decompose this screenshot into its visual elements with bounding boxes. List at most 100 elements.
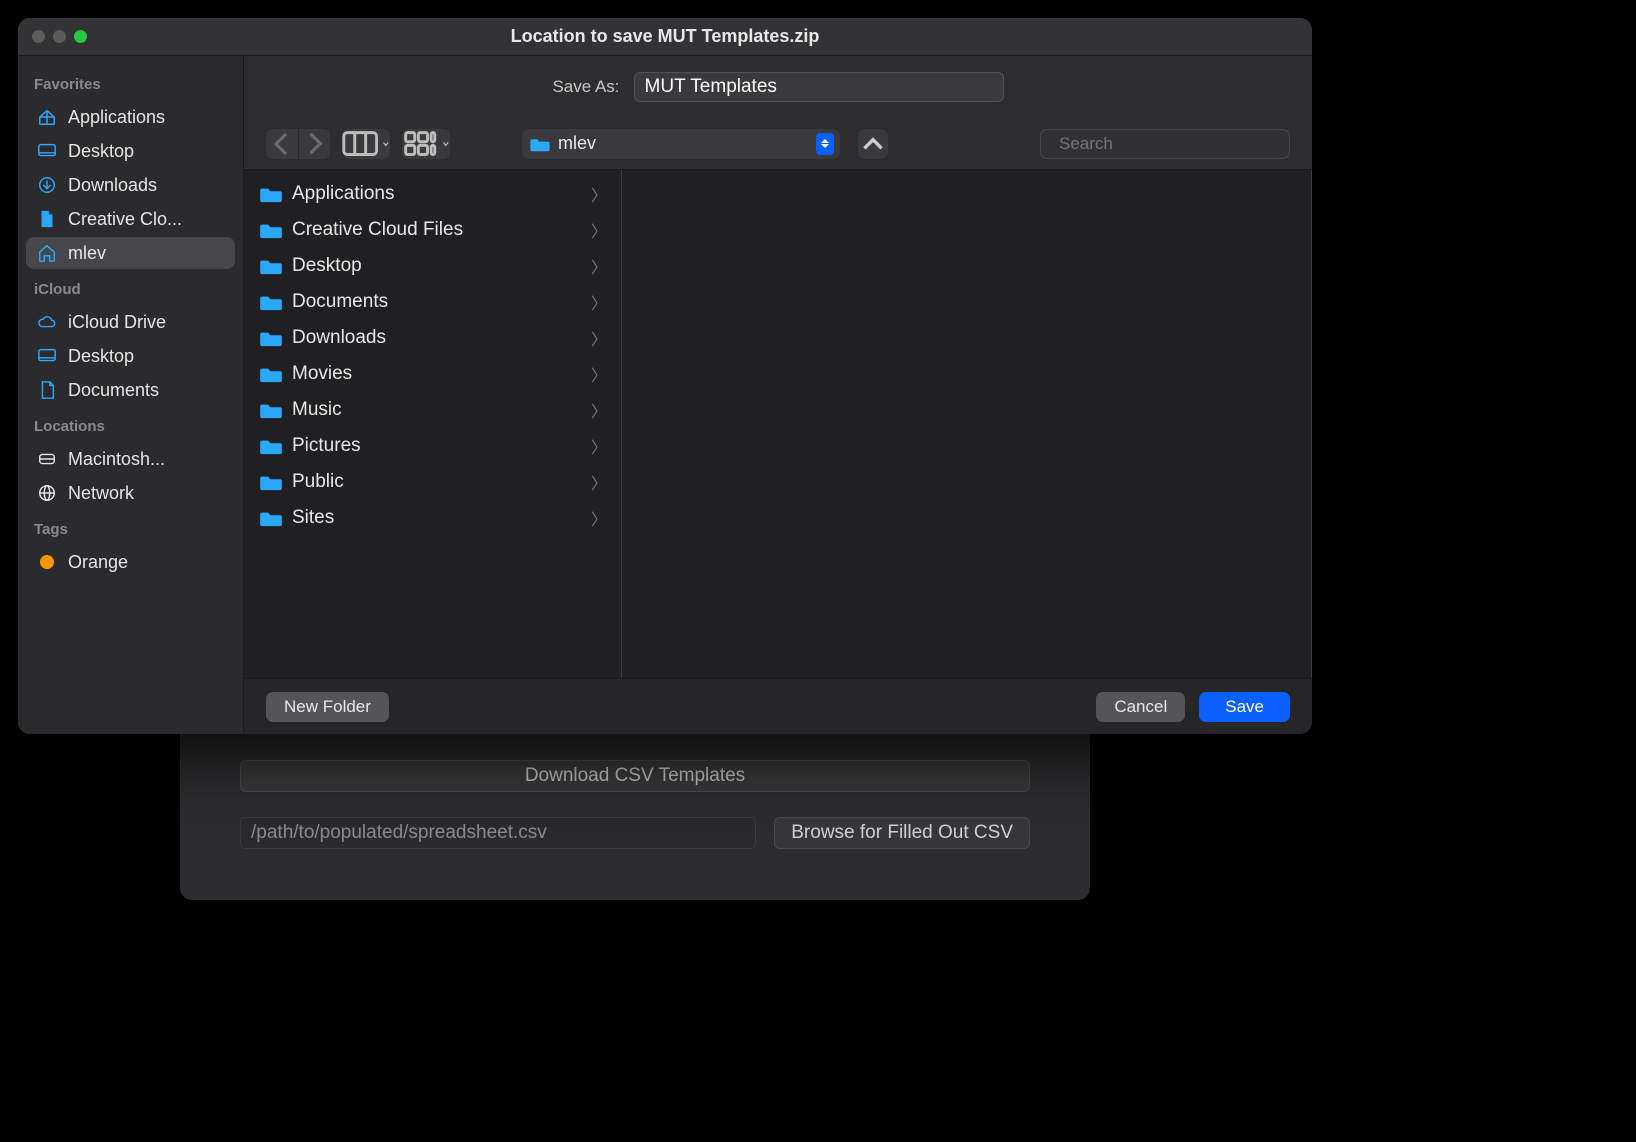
folder-name: Sites — [292, 507, 581, 529]
sidebar-item-desktop[interactable]: Desktop — [26, 135, 235, 167]
underlying-app-panel: Download CSV Templates /path/to/populate… — [180, 720, 1090, 900]
view-mode-segment — [342, 129, 390, 159]
location-label: mlev — [558, 133, 816, 154]
save-as-input[interactable] — [634, 72, 1004, 102]
sidebar-item-label: Creative Clo... — [68, 209, 182, 230]
chevron-right-icon: 〉 — [591, 254, 607, 278]
sidebar-item-label: Macintosh... — [68, 449, 165, 470]
chevron-right-icon: 〉 — [591, 506, 607, 530]
folder-icon — [260, 257, 282, 275]
folder-column-1[interactable]: Applications〉Creative Cloud Files〉Deskto… — [244, 170, 622, 678]
folder-row[interactable]: Downloads 〉 — [244, 320, 621, 356]
folder-row[interactable]: Music 〉 — [244, 392, 621, 428]
folder-name: Downloads — [292, 327, 581, 349]
folder-row[interactable]: Movies 〉 — [244, 356, 621, 392]
folder-row[interactable]: Sites 〉 — [244, 500, 621, 536]
collapse-dialog-button[interactable] — [858, 129, 888, 159]
chevron-right-icon: 〉 — [591, 434, 607, 458]
back-button[interactable] — [266, 129, 298, 159]
folder-row[interactable]: Desktop〉 — [244, 248, 621, 284]
save-button[interactable]: Save — [1199, 692, 1290, 722]
folder-name: Public — [292, 471, 581, 493]
chevron-right-icon: 〉 — [591, 218, 607, 242]
sidebar-item-label: iCloud Drive — [68, 312, 166, 333]
search-input[interactable] — [1059, 134, 1280, 154]
chevron-right-icon: 〉 — [591, 326, 607, 350]
home-icon — [36, 242, 58, 264]
folder-row[interactable]: Pictures 〉 — [244, 428, 621, 464]
sidebar-item-icloud-drive[interactable]: iCloud Drive — [26, 306, 235, 338]
chevron-down-icon — [382, 139, 390, 149]
sidebar-item-network[interactable]: Network — [26, 477, 235, 509]
grid-icon — [402, 129, 438, 158]
chevron-right-icon: 〉 — [591, 398, 607, 422]
browse-csv-button[interactable]: Browse for Filled Out CSV — [774, 817, 1030, 849]
column-browser: Applications〉Creative Cloud Files〉Deskto… — [244, 170, 1312, 678]
folder-name: Movies — [292, 363, 581, 385]
chevron-right-icon: 〉 — [591, 470, 607, 494]
location-popup[interactable]: mlev — [522, 129, 840, 159]
chevron-right-icon — [299, 129, 330, 159]
new-folder-button[interactable]: New Folder — [266, 692, 389, 722]
folder-icon — [260, 365, 282, 383]
doc-icon — [36, 379, 58, 401]
folder-name: Music — [292, 399, 581, 421]
sidebar-item-desktop[interactable]: Desktop — [26, 340, 235, 372]
sidebar-item-orange[interactable]: Orange — [26, 546, 235, 578]
sidebar-section-label: Locations — [26, 408, 235, 441]
save-dialog: Location to save MUT Templates.zip Favor… — [18, 18, 1312, 734]
chevron-left-icon — [266, 129, 298, 159]
sidebar-item-label: Documents — [68, 380, 159, 401]
group-by-segment — [402, 129, 450, 159]
chevron-up-icon — [858, 129, 888, 159]
sidebar-item-downloads[interactable]: Downloads — [26, 169, 235, 201]
download-icon — [36, 174, 58, 196]
location-stepper-icon — [816, 133, 834, 155]
folder-name: Pictures — [292, 435, 581, 457]
nav-back-forward — [266, 129, 330, 159]
sidebar-item-creative-clo-[interactable]: Creative Clo... — [26, 203, 235, 235]
view-columns-button[interactable] — [342, 129, 390, 159]
sidebar-section-label: iCloud — [26, 271, 235, 304]
folder-name: Documents — [292, 291, 581, 313]
sidebar-item-label: Downloads — [68, 175, 157, 196]
chevron-down-icon — [442, 139, 450, 149]
chevron-right-icon: 〉 — [591, 362, 607, 386]
folder-name: Applications — [292, 183, 581, 205]
chevron-right-icon: 〉 — [591, 290, 607, 314]
folder-row[interactable]: Documents 〉 — [244, 284, 621, 320]
disk-icon — [36, 448, 58, 470]
folder-icon — [260, 509, 282, 527]
folder-icon — [260, 185, 282, 203]
globe-icon — [36, 482, 58, 504]
sidebar: FavoritesApplications Desktop Downloads Cre… — [18, 56, 244, 734]
sidebar-item-label: Desktop — [68, 141, 134, 162]
sidebar-item-applications[interactable]: Applications — [26, 101, 235, 133]
sidebar-section-label: Favorites — [26, 66, 235, 99]
folder-icon — [260, 437, 282, 455]
group-by-button[interactable] — [402, 129, 450, 159]
cancel-button[interactable]: Cancel — [1096, 692, 1185, 722]
sidebar-item-label: Desktop — [68, 346, 134, 367]
folder-row[interactable]: Public 〉 — [244, 464, 621, 500]
toolbar: mlev — [244, 118, 1312, 170]
apps-icon — [36, 106, 58, 128]
folder-row[interactable]: Applications 〉 — [244, 176, 621, 212]
sidebar-item-mlev[interactable]: mlev — [26, 237, 235, 269]
csv-path-input[interactable]: /path/to/populated/spreadsheet.csv — [240, 817, 756, 849]
save-as-row: Save As: — [244, 56, 1312, 118]
chevron-right-icon: 〉 — [591, 182, 607, 206]
sidebar-item-documents[interactable]: Documents — [26, 374, 235, 406]
titlebar: Location to save MUT Templates.zip — [18, 18, 1312, 56]
cloud-icon — [36, 311, 58, 333]
search-field[interactable] — [1040, 129, 1290, 159]
folder-icon — [260, 329, 282, 347]
file-icon — [36, 208, 58, 230]
sidebar-item-macintosh-[interactable]: Macintosh... — [26, 443, 235, 475]
folder-icon — [260, 473, 282, 491]
forward-button[interactable] — [298, 129, 330, 159]
folder-column-2[interactable] — [622, 170, 1312, 678]
sidebar-item-label: mlev — [68, 243, 106, 264]
folder-row[interactable]: Creative Cloud Files〉 — [244, 212, 621, 248]
download-csv-templates-button[interactable]: Download CSV Templates — [240, 760, 1030, 792]
